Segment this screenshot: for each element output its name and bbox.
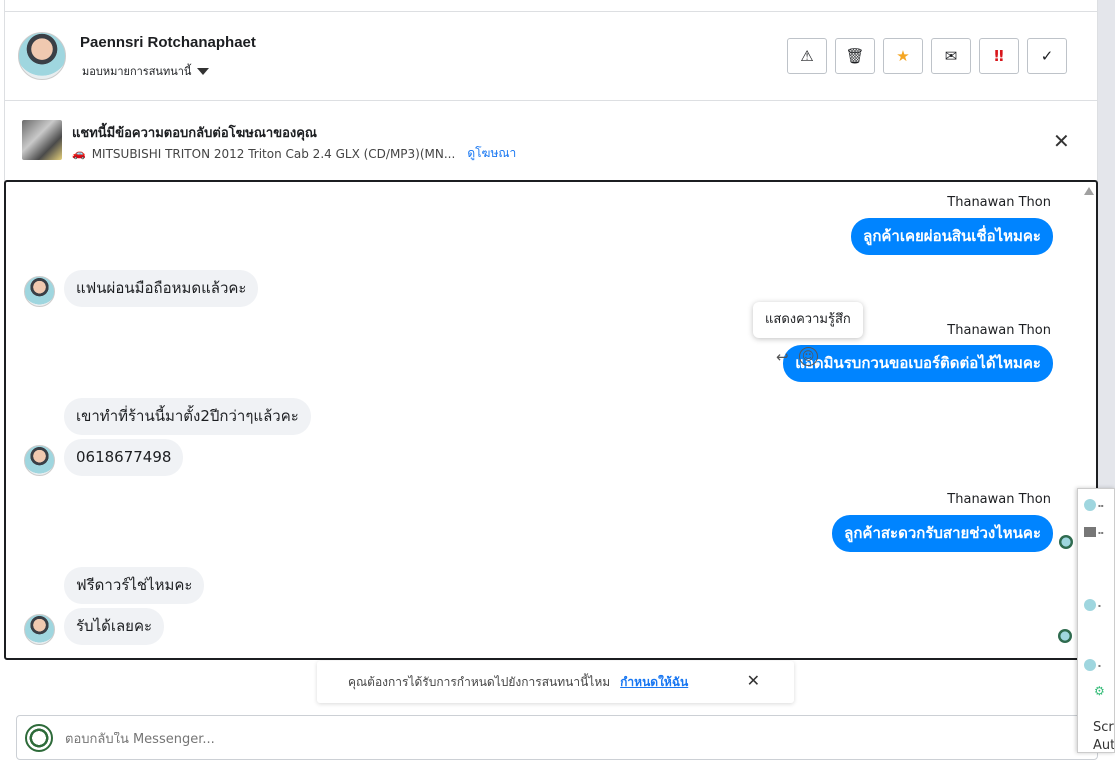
- smiley-icon[interactable]: ☺: [798, 347, 818, 366]
- warning-icon: ⚠: [800, 47, 814, 65]
- ad-subtitle: 🚗 MITSUBISHI TRITON 2012 Triton Cab 2.4 …: [72, 144, 516, 163]
- app-icon: ⚙: [1094, 684, 1105, 698]
- thumbnail-row: ▪: [1084, 599, 1101, 611]
- thumbnail-row: ▪▪: [1084, 499, 1103, 511]
- priority-button[interactable]: ‼: [979, 38, 1019, 74]
- page-avatar: [25, 724, 53, 752]
- incoming-message[interactable]: ฟรีดาวร์ไช่ไหมคะ: [64, 567, 205, 604]
- ad-thumbnail[interactable]: [22, 120, 62, 160]
- close-icon[interactable]: ✕: [747, 671, 760, 690]
- assign-to-me-link[interactable]: กำหนดให้ฉัน: [620, 673, 688, 692]
- contact-avatar[interactable]: [18, 32, 66, 80]
- side-panel-line: Scre: [1093, 720, 1114, 735]
- trash-icon: 🗑: [845, 47, 865, 65]
- message-tools: ↩ ☺: [776, 347, 818, 366]
- exclamation-icon: ‼: [994, 47, 1004, 65]
- seen-indicator: [1059, 535, 1073, 549]
- contact-avatar-small: [24, 445, 55, 476]
- sender-name: Thanawan Thon: [947, 195, 1051, 210]
- assign-prompt-text: คุณต้องการได้รับการกำหนดไปยังการสนทนานี้…: [348, 674, 611, 689]
- delete-button[interactable]: 🗑: [835, 38, 875, 74]
- ad-title: แชทนี้มีข้อความตอบกลับต่อโฆษณาของคุณ: [72, 126, 317, 141]
- caret-down-icon: [197, 67, 210, 75]
- done-button[interactable]: ✓: [1027, 38, 1067, 74]
- assign-prompt: คุณต้องการได้รับการกำหนดไปยังการสนทนานี้…: [317, 661, 794, 703]
- seen-indicator: [1058, 629, 1072, 643]
- ad-vehicle: MITSUBISHI TRITON 2012 Triton Cab 2.4 GL…: [91, 146, 456, 161]
- star-icon: ★: [896, 47, 910, 65]
- view-ad-link[interactable]: ดูโฆษณา: [467, 144, 516, 163]
- contact-avatar-small: [24, 614, 55, 645]
- header-actions: ⚠ 🗑 ★ ✉ ‼ ✓: [787, 38, 1067, 74]
- thumbnail-row: ▪▪: [1084, 527, 1103, 537]
- reply-input[interactable]: [65, 732, 565, 747]
- outgoing-message[interactable]: แอดมินรบกวนขอเบอร์ติดต่อได้ไหมคะ: [783, 345, 1053, 382]
- incoming-message[interactable]: 0618677498: [64, 439, 184, 476]
- react-tooltip: แสดงความรู้สึก: [753, 302, 863, 338]
- close-icon[interactable]: ✕: [1053, 129, 1070, 153]
- inbox-window: Paennsri Rotchanaphaet มอบหมายการสนทนานี…: [0, 0, 1115, 760]
- outgoing-message[interactable]: ลูกค้าเคยผ่อนสินเชื่อไหมคะ: [851, 218, 1053, 255]
- envelope-open-icon: ✉: [944, 47, 958, 65]
- screenshot-thumbnail-panel[interactable]: ▪▪ ▪▪ ▪ ▪ ⚙ Scre Aut: [1077, 488, 1115, 753]
- side-panel-text: Scre Aut: [1093, 719, 1115, 753]
- check-icon: ✓: [1040, 47, 1054, 65]
- assign-dropdown[interactable]: มอบหมายการสนทนานี้: [82, 62, 210, 80]
- thumbnail-row: ▪: [1084, 659, 1101, 671]
- car-icon: 🚗: [72, 147, 86, 160]
- conversation-header: Paennsri Rotchanaphaet มอบหมายการสนทนานี…: [4, 12, 1098, 101]
- outgoing-message[interactable]: ลูกค้าสะดวกรับสายช่วงไหนคะ: [832, 515, 1053, 552]
- sender-name: Thanawan Thon: [947, 323, 1051, 338]
- side-panel-line: Aut: [1093, 738, 1115, 753]
- spam-button[interactable]: ⚠: [787, 38, 827, 74]
- incoming-message[interactable]: รับได้เลยคะ: [64, 608, 165, 645]
- sender-name: Thanawan Thon: [947, 492, 1051, 507]
- message-thread[interactable]: Thanawan Thon ลูกค้าเคยผ่อนสินเชื่อไหมคะ…: [4, 180, 1098, 660]
- scroll-up-arrow[interactable]: [1084, 187, 1094, 195]
- top-strip: [4, 0, 1098, 12]
- ad-context-bar: แชทนี้มีข้อความตอบกลับต่อโฆษณาของคุณ 🚗 M…: [4, 101, 1098, 181]
- follow-up-button[interactable]: ★: [883, 38, 923, 74]
- reply-icon[interactable]: ↩: [776, 348, 789, 366]
- contact-avatar-small: [24, 276, 55, 307]
- reply-composer: [16, 715, 1098, 760]
- contact-name[interactable]: Paennsri Rotchanaphaet: [80, 34, 256, 51]
- mark-unread-button[interactable]: ✉: [931, 38, 971, 74]
- incoming-message[interactable]: เขาทำที่ร้านนี้มาตั้ง2ปีกว่าๆแล้วคะ: [64, 398, 311, 435]
- assign-label: มอบหมายการสนทนานี้: [82, 65, 192, 78]
- incoming-message[interactable]: แฟนผ่อนมือถือหมดแล้วคะ: [64, 270, 259, 307]
